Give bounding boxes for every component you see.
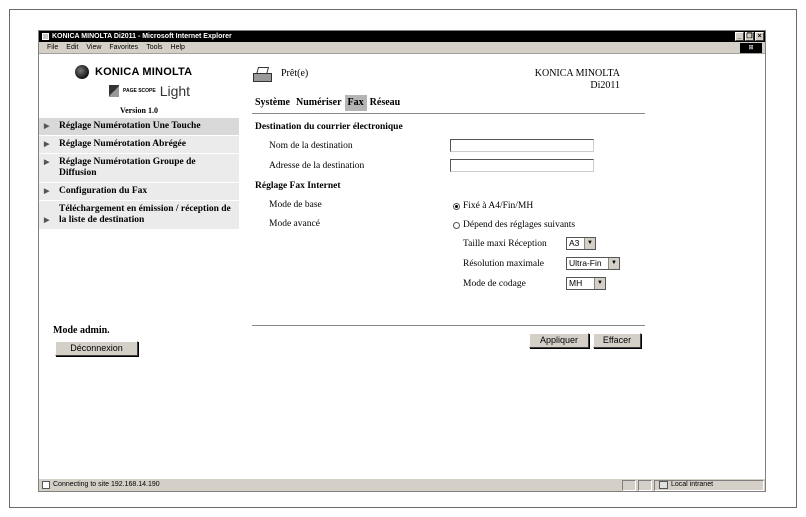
section-email-destination: Destination du courrier électronique	[255, 122, 403, 132]
maximize-button[interactable]: ❐	[745, 32, 754, 41]
resolution-select[interactable]: Ultra-Fin ▼	[566, 257, 620, 270]
sidebar-item-speed-dial[interactable]: ▶ Réglage Numérotation Abrégée	[39, 136, 239, 154]
dest-name-label: Nom de la destination	[269, 141, 353, 151]
chevron-down-icon: ▼	[594, 278, 605, 289]
menu-tools[interactable]: Tools	[146, 44, 162, 51]
clear-button[interactable]: Effacer	[593, 333, 641, 348]
windows-logo-icon: ⊞	[740, 43, 762, 53]
page-loading-icon	[42, 481, 50, 489]
pagescope-logo: PAGE SCOPE Light	[109, 83, 190, 99]
coding-label: Mode de codage	[463, 279, 526, 289]
advanced-mode-label: Mode avancé	[269, 219, 320, 229]
title-bar: KONICA MINOLTA Di2011 - Microsoft Intern…	[39, 31, 765, 42]
device-model-line: Di2011	[590, 80, 620, 91]
triangle-right-icon: ▶	[44, 140, 50, 148]
konica-minolta-globe-icon	[75, 65, 89, 79]
rx-size-label: Taille maxi Réception	[463, 239, 547, 249]
intranet-icon	[659, 481, 668, 489]
printer-status: Prêt(e)	[281, 68, 309, 79]
triangle-right-icon: ▶	[44, 216, 50, 224]
sidebar: KONICA MINOLTA PAGE SCOPE Light Version …	[39, 55, 239, 478]
advanced-mode-option[interactable]: Dépend des réglages suivants	[453, 220, 575, 230]
pagescope-small-text: PAGE SCOPE	[123, 88, 156, 94]
triangle-right-icon: ▶	[44, 158, 50, 166]
status-text: Connecting to site 192.168.14.190	[53, 481, 160, 488]
coding-value: MH	[569, 278, 583, 288]
minimize-button[interactable]: _	[735, 32, 744, 41]
sidebar-item-group-dial[interactable]: ▶ Réglage Numérotation Groupe de Diffusi…	[39, 154, 239, 183]
coding-select[interactable]: MH ▼	[566, 277, 606, 290]
window-title: KONICA MINOLTA Di2011 - Microsoft Intern…	[52, 33, 232, 40]
sidebar-item-fax-config[interactable]: ▶ Configuration du Fax	[39, 183, 239, 201]
konica-minolta-logo: KONICA MINOLTA	[75, 65, 192, 79]
admin-mode-label: Mode admin.	[53, 325, 110, 336]
basic-mode-radio[interactable]	[453, 202, 460, 210]
chevron-down-icon: ▼	[584, 238, 595, 249]
sidebar-item-label: Configuration du Fax	[59, 186, 148, 196]
triangle-right-icon: ▶	[44, 122, 50, 130]
dest-address-label: Adresse de la destination	[269, 161, 365, 171]
resolution-value: Ultra-Fin	[569, 258, 602, 268]
dest-address-input[interactable]	[450, 159, 594, 172]
menu-file[interactable]: File	[47, 44, 58, 51]
printer-icon	[253, 67, 272, 84]
tab-network[interactable]: Réseau	[367, 95, 404, 111]
close-button[interactable]: ×	[755, 32, 764, 41]
rx-size-value: A3	[569, 238, 580, 248]
menu-favorites[interactable]: Favorites	[109, 44, 138, 51]
basic-mode-option[interactable]: Fixé à A4/Fin/MH	[453, 201, 533, 211]
browser-window: KONICA MINOLTA Di2011 - Microsoft Intern…	[38, 30, 766, 492]
brand-name: KONICA MINOLTA	[95, 66, 193, 78]
device-brand-line: KONICA MINOLTA	[534, 68, 620, 79]
sidebar-item-label: Réglage Numérotation Groupe de Diffusion	[59, 157, 196, 178]
form-divider	[252, 325, 645, 326]
tab-fax[interactable]: Fax	[344, 95, 367, 111]
logout-button[interactable]: Déconnexion	[55, 341, 138, 356]
status-bar: Connecting to site 192.168.14.190 Local …	[39, 478, 765, 491]
menu-help[interactable]: Help	[171, 44, 185, 51]
sidebar-item-destination-list[interactable]: ▶ Téléchargement en émission / réception…	[39, 201, 239, 230]
window-controls: _ ❐ ×	[735, 32, 764, 41]
sidebar-nav: ▶ Réglage Numérotation Une Touche ▶ Régl…	[39, 118, 239, 230]
zone-label: Local intranet	[671, 481, 714, 488]
sidebar-item-label: Téléchargement en émission / réception d…	[59, 204, 231, 225]
security-zone: Local intranet	[659, 479, 713, 491]
pagescope-mark-icon	[109, 85, 119, 97]
advanced-mode-radio[interactable]	[453, 221, 460, 229]
rx-size-select[interactable]: A3 ▼	[566, 237, 596, 250]
section-internet-fax: Réglage Fax Internet	[255, 181, 341, 191]
sidebar-item-one-touch[interactable]: ▶ Réglage Numérotation Une Touche	[39, 118, 239, 136]
ie-icon	[42, 33, 49, 40]
sidebar-item-label: Réglage Numérotation Abrégée	[59, 139, 186, 149]
tab-system[interactable]: Système	[252, 95, 293, 111]
tab-scan[interactable]: Numériser	[293, 95, 345, 111]
menu-view[interactable]: View	[86, 44, 101, 51]
triangle-right-icon: ▶	[44, 187, 50, 195]
advanced-mode-option-label: Dépend des réglages suivants	[463, 220, 576, 230]
apply-button[interactable]: Appliquer	[529, 333, 589, 348]
menu-bar: File Edit View Favorites Tools Help ⊞	[39, 42, 765, 54]
chevron-down-icon: ▼	[608, 258, 619, 269]
resolution-label: Résolution maximale	[463, 259, 545, 269]
device-model: KONICA MINOLTA Di2011	[535, 68, 620, 92]
sidebar-item-label: Réglage Numérotation Une Touche	[59, 121, 201, 131]
tab-bar: Système Numériser Fax Réseau	[252, 95, 403, 111]
tab-divider	[252, 113, 645, 114]
version-label: Version 1.0	[120, 106, 158, 115]
basic-mode-label: Mode de base	[269, 200, 322, 210]
main-content: Prêt(e) KONICA MINOLTA Di2011 Système Nu…	[239, 55, 765, 478]
pagescope-light-text: Light	[159, 83, 191, 99]
menu-edit[interactable]: Edit	[66, 44, 78, 51]
dest-name-input[interactable]	[450, 139, 594, 152]
status-pane	[622, 480, 636, 491]
status-pane	[638, 480, 652, 491]
basic-mode-option-label: Fixé à A4/Fin/MH	[463, 201, 534, 211]
